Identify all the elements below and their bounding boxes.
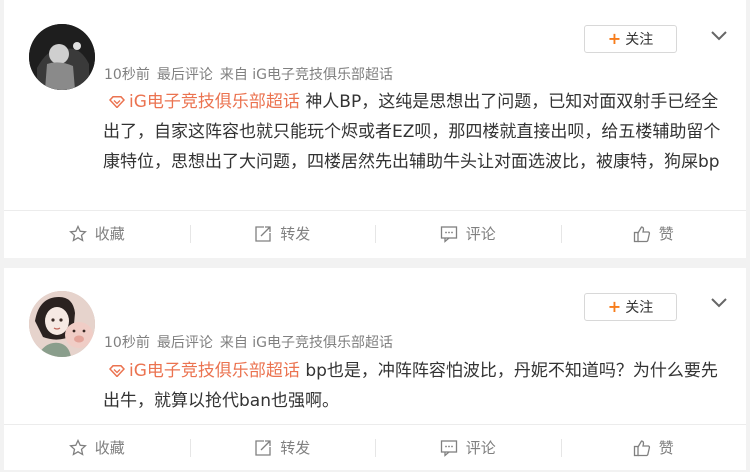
post-card-1: + 关注 10秒前 最后评论 来自 iG电子竞技俱乐部超话 iG电子竞技俱乐部超话 …	[4, 0, 746, 258]
star-icon	[68, 224, 87, 242]
post-time[interactable]: 10秒前	[104, 335, 150, 351]
topic-link[interactable]: iG电子竞技俱乐部超话	[129, 361, 300, 381]
repost-icon	[255, 225, 271, 242]
post-meta: 10秒前 最后评论 来自 iG电子竞技俱乐部超话	[104, 64, 400, 84]
post-card-2: + 关注 10秒前 最后评论 来自 iG电子竞技俱乐部超话 iG电子竞技俱乐部超话 …	[4, 268, 746, 470]
post-source[interactable]: 来自 iG电子竞技俱乐部超话	[220, 335, 393, 351]
like-label: 赞	[658, 225, 674, 243]
chevron-down-icon[interactable]	[707, 25, 731, 45]
favorite-button[interactable]: 收藏	[4, 425, 190, 470]
comment-button[interactable]: 评论	[375, 211, 561, 256]
diamond-icon	[109, 365, 125, 377]
comment-icon	[440, 439, 457, 457]
topic-link[interactable]: iG电子竞技俱乐部超话	[129, 92, 300, 112]
post-text: iG电子竞技俱乐部超话 bp也是，冲阵阵容怕波比，丹妮不知道吗？为什么要先出牛，…	[103, 356, 733, 416]
comment-icon	[440, 225, 457, 243]
post-time[interactable]: 10秒前	[104, 67, 150, 83]
favorite-label: 收藏	[94, 439, 125, 457]
chevron-down-icon[interactable]	[707, 292, 731, 312]
thumbs-up-icon	[633, 439, 650, 456]
plus-icon: +	[607, 297, 622, 316]
follow-button[interactable]: + 关注	[584, 25, 677, 53]
repost-label: 转发	[280, 225, 311, 243]
post-tag: 最后评论	[156, 335, 213, 351]
like-label: 赞	[658, 439, 674, 457]
diamond-icon	[109, 96, 125, 108]
like-button[interactable]: 赞	[560, 211, 747, 256]
post-text: iG电子竞技俱乐部超话 神人BP，这纯是思想出了问题，已知对面双射手已经全出了，…	[103, 87, 733, 177]
favorite-button[interactable]: 收藏	[4, 211, 190, 256]
avatar[interactable]	[29, 291, 95, 357]
follow-button[interactable]: + 关注	[584, 293, 677, 321]
follow-label: 关注	[625, 32, 654, 48]
repost-icon	[255, 439, 271, 456]
like-button[interactable]: 赞	[560, 425, 747, 470]
action-bar: 收藏 转发 评论 赞	[4, 210, 746, 256]
comment-label: 评论	[465, 439, 496, 457]
repost-label: 转发	[280, 439, 311, 457]
avatar[interactable]	[29, 24, 95, 90]
post-meta: 10秒前 最后评论 来自 iG电子竞技俱乐部超话	[104, 332, 400, 352]
comment-button[interactable]: 评论	[375, 425, 561, 470]
post-source[interactable]: 来自 iG电子竞技俱乐部超话	[220, 67, 393, 83]
comment-label: 评论	[465, 225, 496, 243]
thumbs-up-icon	[633, 225, 650, 242]
repost-button[interactable]: 转发	[189, 425, 376, 470]
repost-button[interactable]: 转发	[189, 211, 376, 256]
action-bar: 收藏 转发 评论 赞	[4, 424, 746, 470]
follow-label: 关注	[625, 300, 654, 316]
plus-icon: +	[607, 29, 622, 48]
post-tag: 最后评论	[156, 67, 213, 83]
star-icon	[68, 438, 87, 456]
favorite-label: 收藏	[94, 225, 125, 243]
